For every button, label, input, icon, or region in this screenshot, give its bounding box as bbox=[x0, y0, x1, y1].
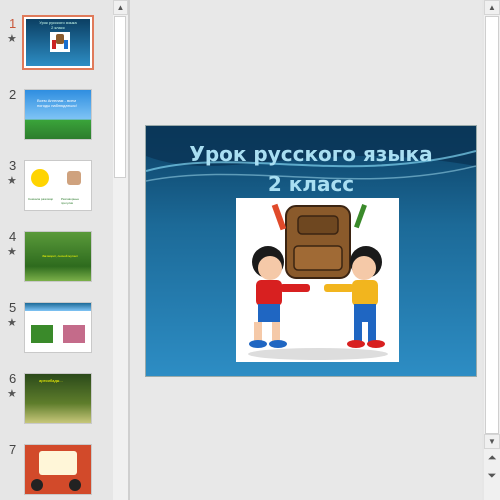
triangle-up-icon[interactable]: ▲ bbox=[484, 0, 500, 15]
slide-preview[interactable]: Сначала разговор Разговорные прогулки bbox=[24, 160, 92, 211]
scrollbar-thumb[interactable] bbox=[485, 16, 499, 434]
slide-editor: Урок русского языка 2 класс bbox=[130, 0, 482, 500]
slide-subtitle[interactable]: 2 класс bbox=[146, 172, 476, 196]
editor-scrollbar[interactable]: ▲ ▼ ⏶ ⏷ bbox=[484, 0, 500, 500]
slide-preview-text: Разговорные прогулки bbox=[61, 197, 79, 205]
slide-number: 7 bbox=[9, 442, 17, 457]
current-slide[interactable]: Урок русского языка 2 класс bbox=[145, 125, 477, 377]
slide-preview[interactable]: Всем Ангелам - всем погоды наблюдаться! bbox=[24, 89, 92, 140]
blossom-image bbox=[63, 325, 85, 343]
star-icon: ★ bbox=[7, 317, 17, 329]
star-icon: ★ bbox=[7, 175, 17, 187]
slide-number: 6 bbox=[9, 371, 17, 386]
character-image bbox=[69, 479, 81, 491]
slide-preview[interactable]: Заговорит, лесной мутант bbox=[24, 231, 92, 282]
slide-preview-text: Сначала разговор bbox=[28, 197, 54, 201]
slide-preview-text: Всем Ангелам - всем погоды наблюдаться! bbox=[37, 98, 77, 108]
double-down-icon[interactable]: ⏷ bbox=[484, 470, 500, 485]
slide-number: 5 bbox=[9, 300, 17, 315]
slide-number: 3 bbox=[9, 158, 17, 173]
character-image bbox=[31, 479, 43, 491]
star-icon: ★ bbox=[7, 246, 17, 258]
slide-number: 2 bbox=[9, 87, 17, 102]
schoolchildren-backpack-image[interactable] bbox=[236, 198, 399, 362]
forest-image bbox=[31, 325, 53, 343]
slide-number: 1 bbox=[9, 16, 17, 31]
slide-preview[interactable] bbox=[24, 302, 92, 353]
slide-preview[interactable] bbox=[24, 444, 92, 495]
slide-preview[interactable]: Урок русского языка 2 класс bbox=[22, 15, 94, 70]
illustration bbox=[248, 203, 388, 360]
thumbnail-scrollbar[interactable]: ▲ bbox=[113, 0, 128, 500]
slide-preview-subtitle: 2 класс bbox=[51, 25, 65, 30]
slide-preview-background: Урок русского языка 2 класс bbox=[26, 19, 90, 66]
slide-preview[interactable]: аресибадж... bbox=[24, 373, 92, 424]
slide-thumbnail-pane: 1 ★ Урок русского языка 2 класс 2 Всем А… bbox=[0, 0, 113, 500]
smiley-image bbox=[31, 169, 49, 187]
slide-preview-image bbox=[50, 32, 70, 52]
child-image bbox=[67, 171, 81, 185]
triangle-down-icon[interactable]: ▼ bbox=[484, 434, 500, 449]
star-icon: ★ bbox=[7, 33, 17, 45]
slide-number: 4 bbox=[9, 229, 17, 244]
double-up-icon[interactable]: ⏶ bbox=[484, 452, 500, 467]
slide-preview-text: Заговорит, лесной мутант bbox=[42, 254, 78, 258]
slide-preview-text: аресибадж... bbox=[39, 378, 63, 383]
slide-title[interactable]: Урок русского языка bbox=[146, 142, 476, 166]
triangle-up-icon[interactable]: ▲ bbox=[113, 0, 128, 15]
star-icon: ★ bbox=[7, 388, 17, 400]
scrollbar-thumb[interactable] bbox=[114, 16, 126, 178]
